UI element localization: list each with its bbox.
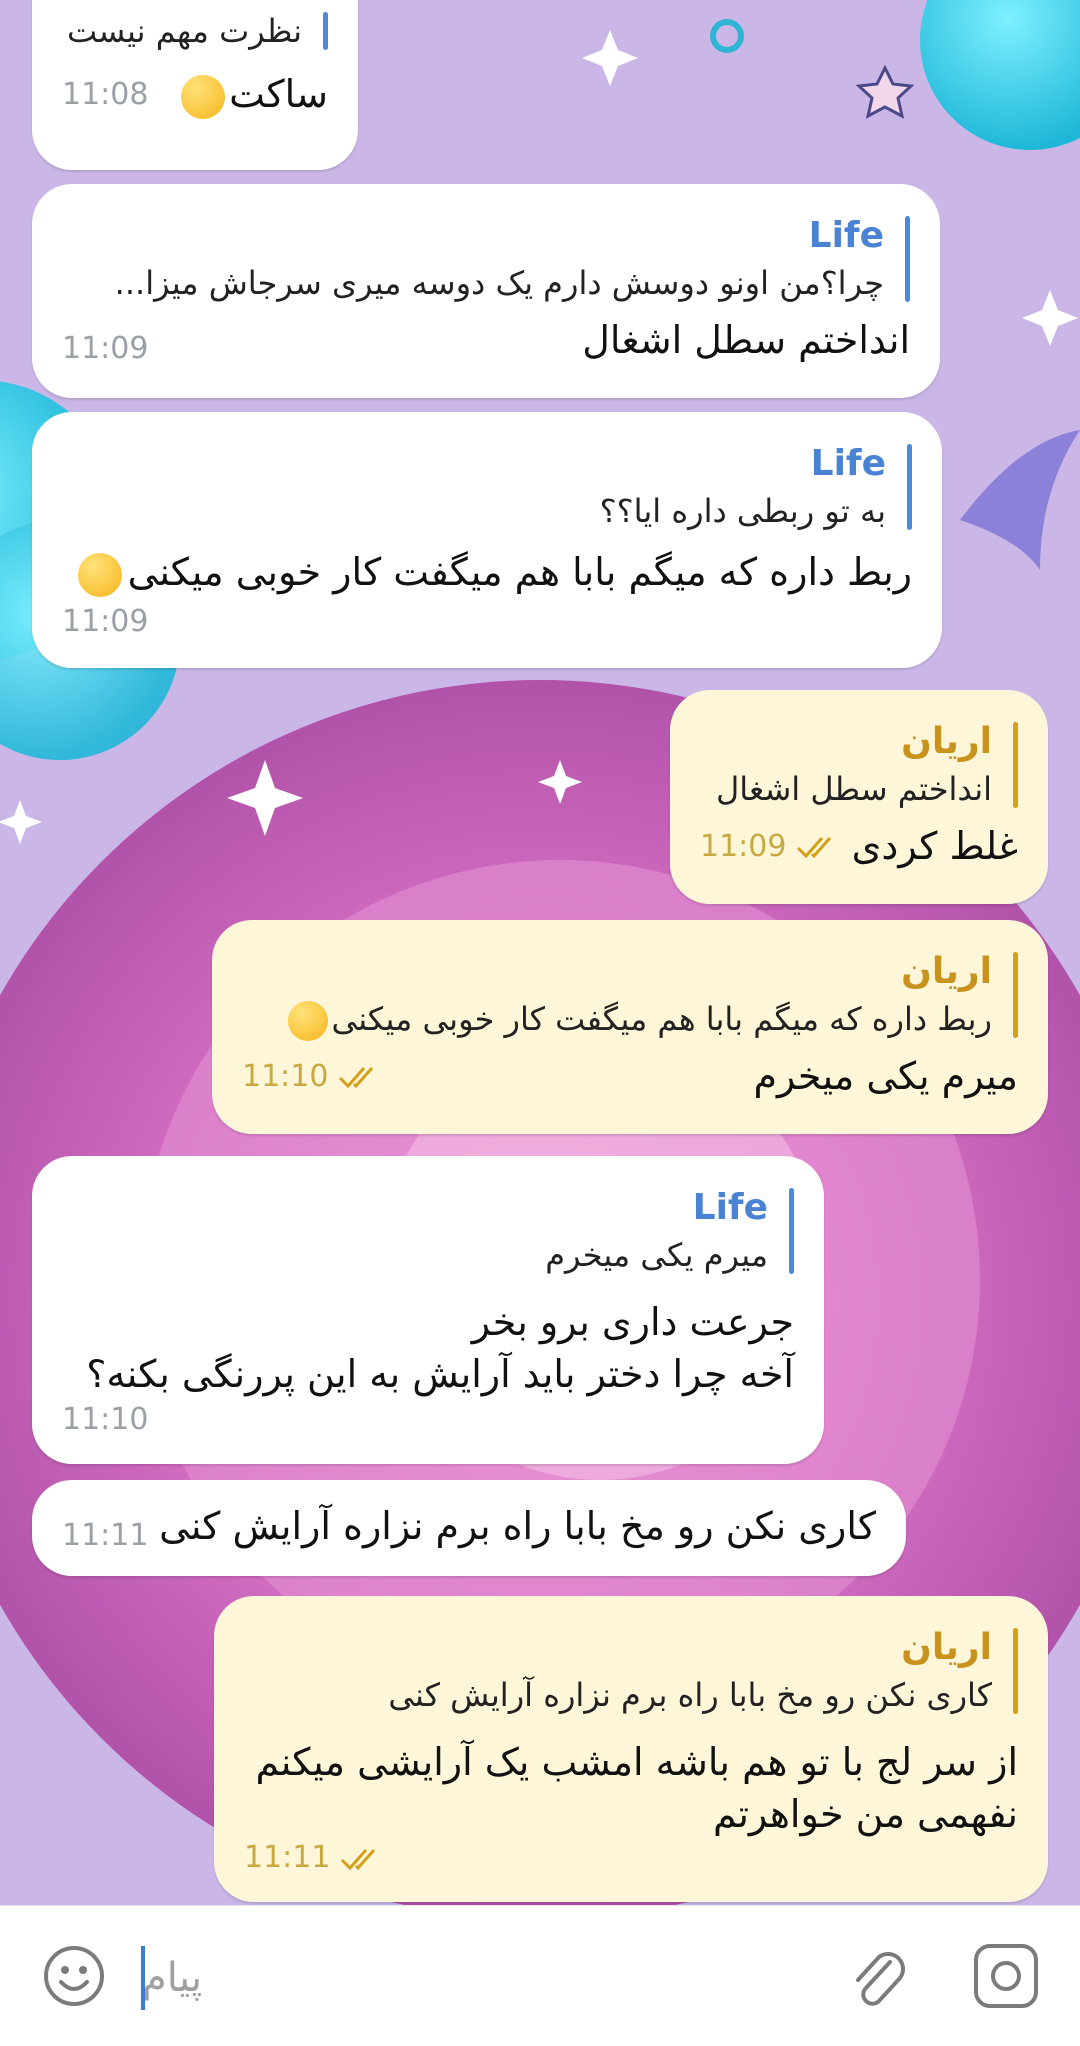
reply-quote[interactable]: Life میرم یکی میخرم xyxy=(62,1184,794,1278)
reply-text: میرم یکی میخرم xyxy=(545,1236,768,1274)
emoji-icon[interactable] xyxy=(42,1944,106,2008)
reply-author: Life xyxy=(808,215,884,256)
reply-quote[interactable]: Life چرا؟من اونو دوسش دارم یک دوسه میری … xyxy=(62,212,910,306)
message-time: 11:11 xyxy=(244,1840,331,1875)
reply-bar xyxy=(905,216,910,302)
double-check-icon xyxy=(339,1067,374,1088)
reply-bar xyxy=(1013,722,1018,808)
reply-text: ربط داره که میگم بابا هم میگفت کار خوبی … xyxy=(242,996,992,1042)
message-text-line: از سر لج با تو هم باشه امشب یک آرایشی می… xyxy=(255,1740,1018,1784)
grinning-face-emoji-icon xyxy=(287,1001,328,1041)
reply-quote[interactable]: اریان کاری نکن رو مخ بابا راه برم نزاره … xyxy=(244,1624,1018,1718)
message-bubble[interactable]: اریان انداختم سطل اشغال غلط کردی 11:09 xyxy=(670,690,1048,904)
reply-quote[interactable]: Life به تو ربطی داره ایا؟؟ xyxy=(62,440,912,534)
message-bubble[interactable]: نظرت مهم نیست ساکت 11:08 xyxy=(32,0,358,170)
reply-quote[interactable]: نظرت مهم نیست xyxy=(62,8,328,54)
reply-bar xyxy=(323,12,328,50)
message-text: میرم یکی میخرم xyxy=(753,1054,1018,1098)
message-text-line: جرعت داری برو بخر xyxy=(471,1300,794,1344)
message-time: 11:09 xyxy=(700,828,787,864)
message-input[interactable] xyxy=(140,1942,844,2014)
message-meta: 11:09 xyxy=(700,829,840,864)
reply-bar xyxy=(1013,1628,1018,1714)
message-bubble[interactable]: Life به تو ربطی داره ایا؟؟ ربط داره که م… xyxy=(32,412,942,668)
reply-bar xyxy=(1013,952,1018,1038)
camera-icon[interactable] xyxy=(972,1942,1040,2010)
message-text: ساکت xyxy=(181,68,328,120)
reply-text: نظرت مهم نیست xyxy=(67,12,302,50)
reply-author: Life xyxy=(692,1187,768,1228)
message-text-line: آخه چرا دختر باید آرایش به این پررنگی بک… xyxy=(86,1352,794,1396)
message-text-line: نفهمی من خواهرتم xyxy=(713,1792,1018,1836)
message-input-bar xyxy=(0,1905,1080,2046)
double-check-icon xyxy=(341,1848,376,1870)
reply-text: به تو ربطی داره ایا؟؟ xyxy=(599,492,886,530)
message-text: انداختم سطل اشغال xyxy=(582,318,910,362)
message-time: 11:09 xyxy=(62,331,149,366)
message-time: 11:11 xyxy=(62,1518,149,1553)
grinning-face-emoji-icon xyxy=(77,552,122,597)
reply-bar xyxy=(907,444,912,530)
reply-bar xyxy=(789,1188,794,1274)
message-text: غلط کردی xyxy=(851,824,1018,868)
reply-author: اریان xyxy=(901,1627,992,1668)
reply-text: کاری نکن رو مخ بابا راه برم نزاره آرایش … xyxy=(388,1676,992,1714)
reply-quote[interactable]: اریان انداختم سطل اشغال xyxy=(700,718,1018,812)
double-check-icon xyxy=(797,837,832,858)
reply-text: چرا؟من اونو دوسش دارم یک دوسه میری سرجاش… xyxy=(114,264,884,302)
message-bubble[interactable]: کاری نکن رو مخ بابا راه برم نزاره آرایش … xyxy=(32,1480,906,1576)
reply-author: اریان xyxy=(901,951,992,992)
message-text: کاری نکن رو مخ بابا راه برم نزاره آرایش … xyxy=(159,1503,876,1548)
text-caret xyxy=(141,1946,145,2010)
reply-text: انداختم سطل اشغال xyxy=(716,770,992,808)
reply-quote[interactable]: اریان ربط داره که میگم بابا هم میگفت کار… xyxy=(242,948,1018,1042)
message-text: ربط داره که میگم بابا هم میگفت کار خوبی … xyxy=(62,546,912,598)
message-bubble[interactable]: اریان کاری نکن رو مخ بابا راه برم نزاره … xyxy=(214,1596,1048,1902)
message-time: 11:10 xyxy=(242,1058,329,1094)
message-meta: 11:11 xyxy=(244,1840,1018,1875)
message-bubble[interactable]: Life میرم یکی میخرم جرعت داری برو بخر آخ… xyxy=(32,1156,824,1464)
message-time: 11:09 xyxy=(62,604,149,639)
message-time: 11:08 xyxy=(62,76,149,112)
shushing-face-emoji-icon xyxy=(181,74,226,119)
message-meta: 11:10 xyxy=(242,1059,382,1094)
message-time: 11:10 xyxy=(62,1402,149,1437)
reply-author: اریان xyxy=(901,721,992,762)
message-bubble[interactable]: Life چرا؟من اونو دوسش دارم یک دوسه میری … xyxy=(32,184,940,398)
reply-author: Life xyxy=(810,443,886,484)
message-bubble[interactable]: اریان ربط داره که میگم بابا هم میگفت کار… xyxy=(212,920,1048,1134)
paperclip-icon[interactable] xyxy=(846,1942,910,2012)
